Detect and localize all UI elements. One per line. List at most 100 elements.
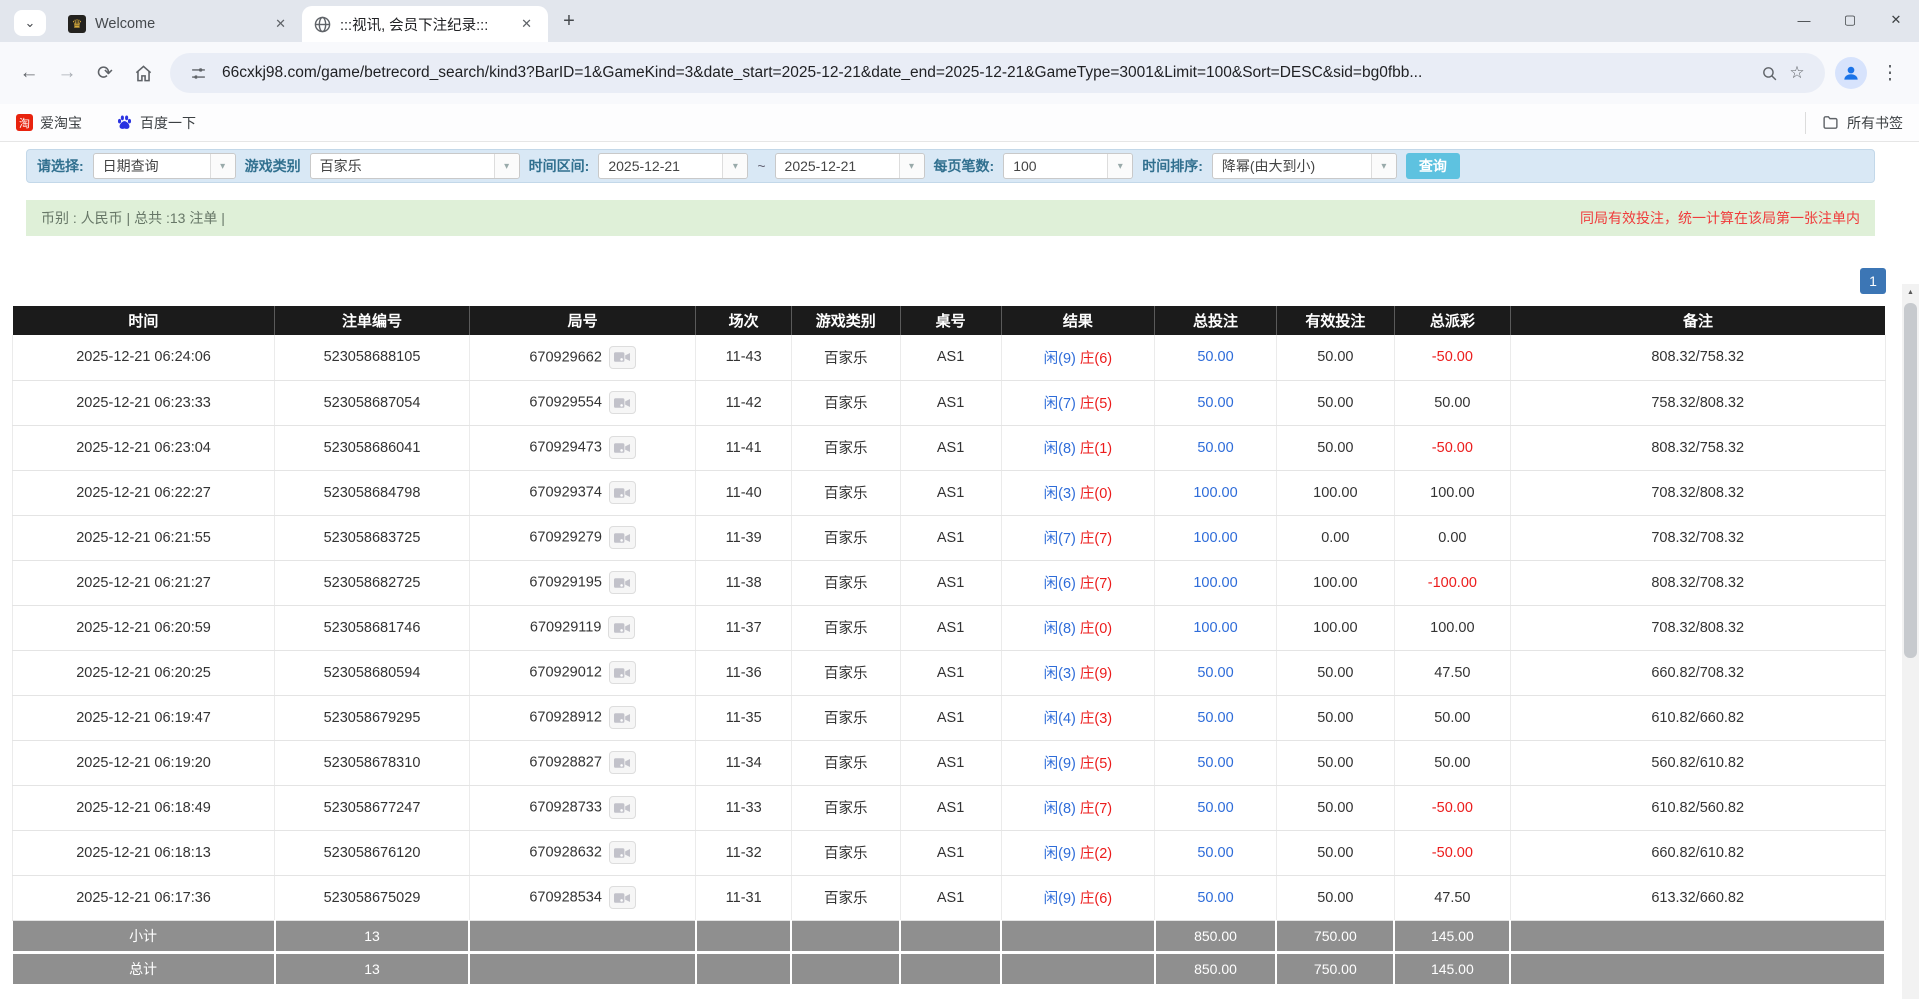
scroll-up-button[interactable]: ▲ [1902, 284, 1919, 300]
cell-bet-number: 523058686041 [275, 425, 470, 470]
cell-note: 610.82/560.82 [1510, 785, 1885, 830]
new-tab-button[interactable]: + [554, 6, 584, 36]
query-mode-select[interactable]: 日期查询▾ [93, 153, 236, 179]
round-number-text: 670928912 [529, 709, 602, 725]
cell-session: 11-37 [696, 605, 791, 650]
cell-payout: -50.00 [1394, 785, 1510, 830]
date-start-select[interactable]: 2025-12-21▾ [598, 153, 748, 179]
home-button[interactable] [124, 54, 162, 92]
table-footer: 小计13850.00750.00145.00总计13850.00750.0014… [13, 920, 1886, 984]
table-row: 2025-12-21 06:21:55523058683725670929279… [13, 515, 1886, 560]
cell-result: 闲(3) 庄(0) [1001, 470, 1155, 515]
page-scrollbar[interactable]: ▲ ▼ [1902, 284, 1919, 999]
reload-button[interactable]: ⟳ [86, 54, 124, 92]
select-arrow-icon: ▾ [1107, 154, 1132, 178]
video-icon [614, 577, 630, 589]
summary-bar: 币别 : 人民币 | 总共 :13 注单 | 同局有效投注，统一计算在该局第一张… [26, 200, 1875, 236]
video-replay-button[interactable] [609, 661, 636, 684]
tab-close-icon[interactable]: ✕ [271, 14, 290, 34]
date-end-select[interactable]: 2025-12-21▾ [775, 153, 925, 179]
bookmarks-bar: 淘 爱淘宝 百度一下 所有书签 [0, 104, 1919, 142]
cell-valid-bet: 50.00 [1276, 425, 1394, 470]
cell-bet-number: 523058681746 [275, 605, 470, 650]
tab-bet-records[interactable]: :::视讯, 会员下注纪录::: ✕ [302, 6, 548, 42]
game-category-select[interactable]: 百家乐▾ [310, 153, 520, 179]
cell-session: 11-41 [696, 425, 791, 470]
cell-valid-bet: 0.00 [1276, 515, 1394, 560]
folder-icon [1822, 114, 1839, 131]
tab-strip-chevron-button[interactable]: ⌄ [14, 10, 46, 36]
bookmark-aitaobao[interactable]: 淘 爱淘宝 [16, 113, 82, 133]
video-replay-button[interactable] [609, 481, 636, 504]
browser-menu-button[interactable]: ⋮ [1871, 54, 1909, 92]
scrollbar-thumb[interactable] [1904, 303, 1917, 658]
cell-session: 11-35 [696, 695, 791, 740]
result-player: 闲(3) [1044, 486, 1076, 502]
time-range-label: 时间区间: [529, 156, 590, 176]
window-close-button[interactable]: ✕ [1873, 0, 1919, 40]
page-size-select[interactable]: 100▾ [1003, 153, 1133, 179]
cell-bet-number: 523058678310 [275, 740, 470, 785]
cell-bet-number: 523058675029 [275, 875, 470, 920]
cell-time: 2025-12-21 06:21:55 [13, 515, 275, 560]
video-icon [614, 397, 630, 409]
cell-result: 闲(8) 庄(0) [1001, 605, 1155, 650]
cell-payout: 50.00 [1394, 695, 1510, 740]
omnibox[interactable]: 66cxkj98.com/game/betrecord_search/kind3… [170, 53, 1825, 93]
video-icon [614, 712, 630, 724]
video-replay-button[interactable] [609, 526, 636, 549]
video-replay-button[interactable] [609, 391, 636, 414]
cell-valid-bet: 50.00 [1276, 875, 1394, 920]
all-bookmarks-button[interactable]: 所有书签 [1805, 112, 1903, 134]
video-replay-button[interactable] [609, 841, 636, 864]
cell-session: 11-42 [696, 380, 791, 425]
site-settings-icon[interactable] [184, 59, 212, 87]
cell-time: 2025-12-21 06:23:04 [13, 425, 275, 470]
video-replay-button[interactable] [609, 571, 636, 594]
tab-welcome[interactable]: ♛ Welcome ✕ [56, 6, 302, 42]
cell-valid-bet: 50.00 [1276, 335, 1394, 380]
sort-select[interactable]: 降幂(由大到小)▾ [1212, 153, 1397, 179]
cell-payout: -50.00 [1394, 335, 1510, 380]
video-replay-button[interactable] [609, 436, 636, 459]
result-banker: 庄(6) [1080, 351, 1112, 367]
cell-note: 808.32/758.32 [1510, 425, 1885, 470]
video-replay-button[interactable] [609, 751, 636, 774]
zoom-icon[interactable] [1755, 59, 1783, 87]
cell-session: 11-38 [696, 560, 791, 605]
cell-table-number: AS1 [900, 380, 1001, 425]
cell-note: 808.32/708.32 [1510, 560, 1885, 605]
cell-total-bet: 50.00 [1155, 380, 1277, 425]
round-number-text: 670929374 [529, 484, 602, 500]
back-button[interactable]: ← [10, 54, 48, 92]
forward-icon: → [58, 62, 77, 84]
bookmark-star-icon[interactable]: ☆ [1783, 59, 1811, 87]
video-icon [614, 892, 630, 904]
cell-payout: -50.00 [1394, 425, 1510, 470]
scroll-up-icon: ▲ [1907, 289, 1914, 296]
video-replay-button[interactable] [609, 886, 636, 909]
cell-session: 11-33 [696, 785, 791, 830]
search-button[interactable]: 查询 [1406, 153, 1460, 179]
maximize-button[interactable]: ▢ [1827, 0, 1873, 40]
video-replay-button[interactable] [609, 796, 636, 819]
result-player: 闲(7) [1044, 396, 1076, 412]
result-banker: 庄(9) [1080, 666, 1112, 682]
column-header: 备注 [1510, 306, 1885, 335]
footer-count: 13 [275, 952, 470, 984]
tab-close-icon[interactable]: ✕ [517, 14, 536, 34]
profile-avatar[interactable] [1835, 57, 1867, 89]
cell-game-category: 百家乐 [791, 650, 900, 695]
video-replay-button[interactable] [608, 616, 635, 639]
bookmark-baidu[interactable]: 百度一下 [116, 113, 196, 133]
minimize-button[interactable]: — [1781, 0, 1827, 40]
video-replay-button[interactable] [609, 346, 636, 369]
pagination-page-1[interactable]: 1 [1860, 268, 1886, 294]
forward-button[interactable]: → [48, 54, 86, 92]
result-player: 闲(9) [1044, 846, 1076, 862]
video-replay-button[interactable] [609, 706, 636, 729]
cell-round-number: 670928912 [469, 695, 696, 740]
select-arrow-icon: ▾ [210, 154, 235, 178]
url-text[interactable]: 66cxkj98.com/game/betrecord_search/kind3… [222, 64, 1755, 82]
cell-note: 708.32/708.32 [1510, 515, 1885, 560]
